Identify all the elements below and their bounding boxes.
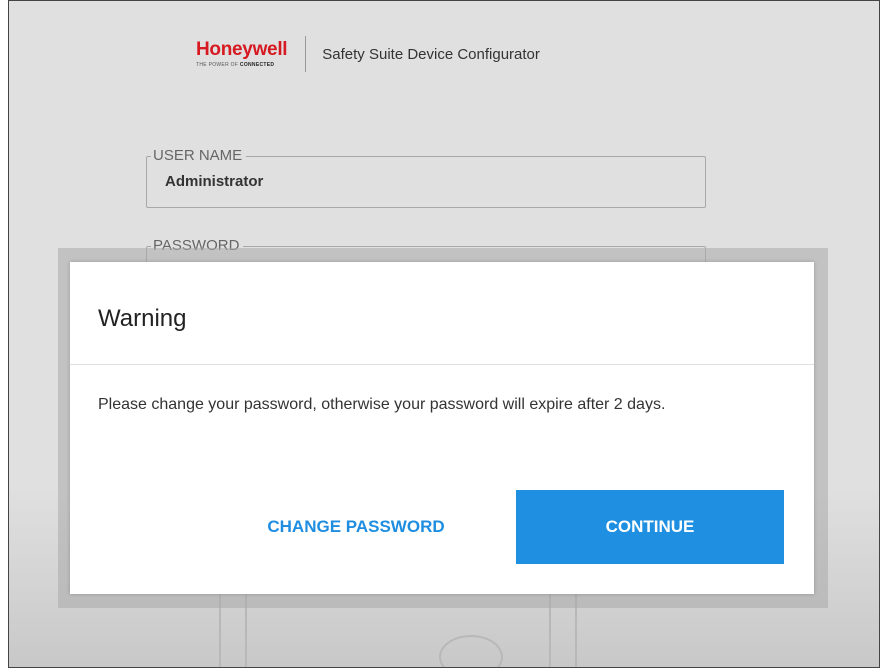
change-password-button[interactable]: CHANGE PASSWORD <box>246 512 466 542</box>
logo-brand: Honeywell <box>196 39 288 60</box>
continue-button[interactable]: CONTINUE <box>516 490 784 564</box>
warning-dialog: Warning Please change your password, oth… <box>70 262 814 594</box>
username-field[interactable]: USER NAME Administrator <box>146 148 706 208</box>
username-label: USER NAME <box>151 148 247 164</box>
username-value: Administrator <box>165 173 264 190</box>
dialog-divider <box>70 364 814 365</box>
app-title: Safety Suite Device Configurator <box>322 45 540 63</box>
dialog-title: Warning <box>98 305 187 332</box>
logo-tagline: THE POWER OF CONNECTED <box>196 62 275 68</box>
header-divider <box>305 36 307 72</box>
dialog-message: Please change your password, otherwise y… <box>98 396 666 413</box>
honeywell-logo: Honeywell THE POWER OF CONNECTED <box>196 39 288 69</box>
app-header: Honeywell THE POWER OF CONNECTED Safety … <box>196 36 540 72</box>
